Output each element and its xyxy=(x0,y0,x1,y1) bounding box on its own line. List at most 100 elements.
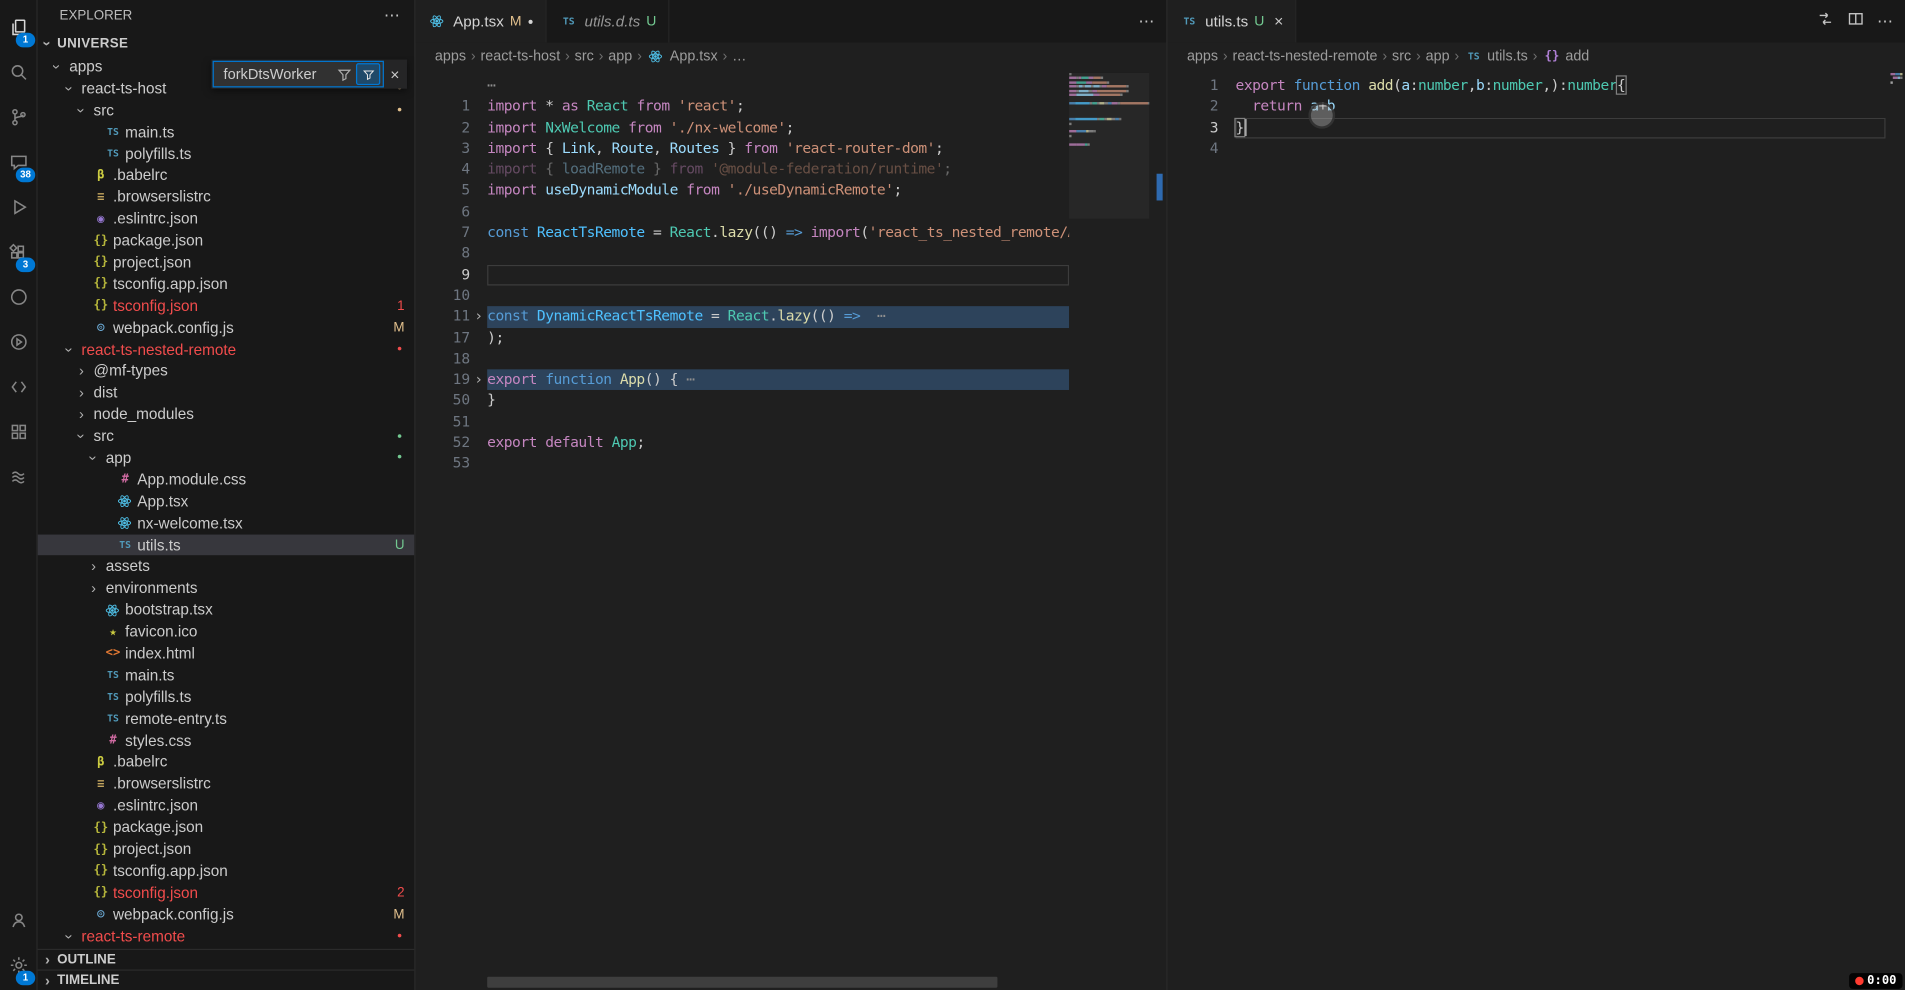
code-line-2[interactable]: 2 return a+b xyxy=(1168,96,1886,117)
code-line-9[interactable]: 9 xyxy=(415,264,1069,285)
code-line-4[interactable]: 4import { loadRemote } from '@module-fed… xyxy=(415,159,1069,180)
tree-folder-react-ts-nested-remote[interactable]: ›react-ts-nested-remote● xyxy=(38,338,415,360)
accounts-button[interactable] xyxy=(0,900,36,945)
tree-file-favicon.ico[interactable]: ★favicon.ico xyxy=(38,621,415,643)
breadcrumb-item-…[interactable]: … xyxy=(732,47,746,64)
code-line-10[interactable]: 10 xyxy=(415,285,1069,306)
code-line-11[interactable]: 11›const DynamicReactTsRemote = React.la… xyxy=(415,306,1069,327)
remote-explorer-activity-button[interactable] xyxy=(0,322,36,367)
code-line-2[interactable]: 2import NxWelcome from './nx-welcome'; xyxy=(415,117,1069,138)
tree-file-tsconfig.app.json[interactable]: {}tsconfig.app.json xyxy=(38,273,415,295)
tree-file-package.json[interactable]: {}package.json xyxy=(38,230,415,252)
tree-file-App.module.css[interactable]: #App.module.css xyxy=(38,469,415,491)
toggle-layout-icon[interactable] xyxy=(1816,9,1834,33)
tree-file-.browserslistrc[interactable]: ≡.browserslistrc xyxy=(38,186,415,208)
more-actions-icon[interactable]: ⋯ xyxy=(1138,12,1154,31)
split-editor-icon[interactable] xyxy=(1847,9,1865,33)
code-line-1[interactable]: 1import * as React from 'react'; xyxy=(415,96,1069,117)
tree-folder-dist[interactable]: ›dist xyxy=(38,382,415,404)
code-line-3[interactable]: 3} xyxy=(1168,117,1886,138)
tree-file-.babelrc[interactable]: β.babelrc xyxy=(38,751,415,773)
code-line-1[interactable]: 1export function add(a:number,b:number,)… xyxy=(1168,75,1886,96)
tab-App.tsx[interactable]: App.tsxM● xyxy=(415,0,546,43)
breadcrumb-item-src[interactable]: src xyxy=(1392,47,1411,64)
more-actions-icon[interactable]: ⋯ xyxy=(1877,12,1893,31)
tree-file-webpack.config.js[interactable]: ◎webpack.config.jsM xyxy=(38,317,415,339)
horizontal-scrollbar[interactable] xyxy=(487,977,997,988)
tab-utils.ts[interactable]: TSutils.tsU× xyxy=(1168,0,1297,43)
tree-folder-src[interactable]: ›src● xyxy=(38,99,415,121)
code-editor-utils-ts[interactable]: 1export function add(a:number,b:number,)… xyxy=(1168,69,1886,973)
close-filter-icon[interactable]: × xyxy=(384,65,406,83)
tree-folder-app[interactable]: ›app● xyxy=(38,447,415,469)
tree-file-tsconfig.app.json[interactable]: {}tsconfig.app.json xyxy=(38,860,415,882)
code-line-6[interactable]: 6 xyxy=(415,201,1069,222)
breadcrumb-item-App.tsx[interactable]: App.tsx xyxy=(647,47,718,64)
breadcrumb-item-app[interactable]: app xyxy=(1426,47,1450,64)
source-control-activity-button[interactable] xyxy=(0,97,36,142)
code-line-3[interactable]: 3import { Link, Route, Routes } from 're… xyxy=(415,138,1069,159)
code-line-53[interactable]: 53 xyxy=(415,454,1069,475)
tree-folder-assets[interactable]: ›assets xyxy=(38,556,415,578)
tree-folder-@mf-types[interactable]: ›@mf-types xyxy=(38,360,415,382)
tree-folder-node_modules[interactable]: ›node_modules xyxy=(38,404,415,426)
tree-file-webpack.config.js[interactable]: ◎webpack.config.jsM xyxy=(38,904,415,926)
tree-folder-environments[interactable]: ›environments xyxy=(38,578,415,600)
workspace-section-header[interactable]: › UNIVERSE xyxy=(38,32,415,56)
breadcrumb-item-apps[interactable]: apps xyxy=(1187,47,1218,64)
tree-file-utils.ts[interactable]: TSutils.tsU xyxy=(38,534,415,556)
tree-file-polyfills.ts[interactable]: TSpolyfills.ts xyxy=(38,686,415,708)
code-line-19[interactable]: 19›export function App() { ⋯ xyxy=(415,370,1069,391)
code-editor-app-tsx[interactable]: ⋯1import * as React from 'react';2import… xyxy=(415,69,1069,973)
tree-file-.eslintrc.json[interactable]: ◉.eslintrc.json xyxy=(38,208,415,230)
breadcrumb-item-src[interactable]: src xyxy=(575,47,594,64)
code-line-17[interactable]: 17); xyxy=(415,327,1069,348)
tree-file-tsconfig.json[interactable]: {}tsconfig.json1 xyxy=(38,295,415,317)
filter-toggle-button[interactable] xyxy=(356,63,380,85)
tree-file-App.tsx[interactable]: App.tsx xyxy=(38,491,415,513)
tree-file-index.html[interactable]: <>index.html xyxy=(38,643,415,665)
tree-file-nx-welcome.tsx[interactable]: nx-welcome.tsx xyxy=(38,512,415,534)
code-line-51[interactable]: 51 xyxy=(415,412,1069,433)
fold-chevron-icon[interactable]: › xyxy=(470,370,487,391)
tab-utils.d.ts[interactable]: TSutils.d.tsU xyxy=(547,0,670,43)
fold-chevron-icon[interactable]: › xyxy=(470,306,487,327)
breadcrumb-item-utils.ts[interactable]: TSutils.ts xyxy=(1464,47,1528,64)
code-line-5[interactable]: 5import useDynamicModule from './useDyna… xyxy=(415,180,1069,201)
tree-file-.babelrc[interactable]: β.babelrc xyxy=(38,165,415,187)
extensions-activity-button[interactable]: 3 xyxy=(0,232,36,277)
settings-button[interactable]: 1 xyxy=(0,945,36,990)
outline-section[interactable]: › OUTLINE xyxy=(38,949,415,970)
code-line-ellipsis[interactable]: ⋯ xyxy=(415,75,1069,96)
code-line-18[interactable]: 18 xyxy=(415,349,1069,370)
tree-file-bootstrap.tsx[interactable]: bootstrap.tsx xyxy=(38,599,415,621)
minimap[interactable] xyxy=(1069,73,1149,990)
tree-file-styles.css[interactable]: #styles.css xyxy=(38,730,415,752)
code-line-4[interactable]: 4 xyxy=(1168,138,1886,159)
grid-activity-button[interactable] xyxy=(0,412,36,457)
close-tab-icon[interactable]: × xyxy=(1274,12,1283,30)
tree-file-polyfills.ts[interactable]: TSpolyfills.ts xyxy=(38,143,415,165)
tree-folder-src[interactable]: ›src● xyxy=(38,425,415,447)
tree-file-project.json[interactable]: {}project.json xyxy=(38,252,415,274)
code-line-50[interactable]: 50} xyxy=(415,391,1069,412)
waves-activity-button[interactable] xyxy=(0,457,36,502)
code-line-8[interactable]: 8 xyxy=(415,243,1069,264)
references-activity-button[interactable] xyxy=(0,367,36,412)
code-line-7[interactable]: 7const ReactTsRemote = React.lazy(() => … xyxy=(415,222,1069,243)
chat-activity-button[interactable]: 38 xyxy=(0,142,36,187)
search-activity-button[interactable] xyxy=(0,52,36,97)
run-debug-activity-button[interactable] xyxy=(0,187,36,232)
tree-file-package.json[interactable]: {}package.json xyxy=(38,817,415,839)
explorer-more-actions-icon[interactable]: ⋯ xyxy=(384,6,400,25)
minimap[interactable] xyxy=(1890,73,1902,990)
tree-file-.browserslistrc[interactable]: ≡.browserslistrc xyxy=(38,773,415,795)
timeline-section[interactable]: › TIMELINE xyxy=(38,969,415,990)
tree-file-tsconfig.json[interactable]: {}tsconfig.json2 xyxy=(38,882,415,904)
tree-filter-input[interactable] xyxy=(221,64,333,83)
tree-file-main.ts[interactable]: TSmain.ts xyxy=(38,664,415,686)
breadcrumb-item-app[interactable]: app xyxy=(608,47,632,64)
explorer-activity-button[interactable]: 1 xyxy=(0,7,36,52)
code-line-52[interactable]: 52export default App; xyxy=(415,433,1069,454)
nx-console-activity-button[interactable] xyxy=(0,277,36,322)
